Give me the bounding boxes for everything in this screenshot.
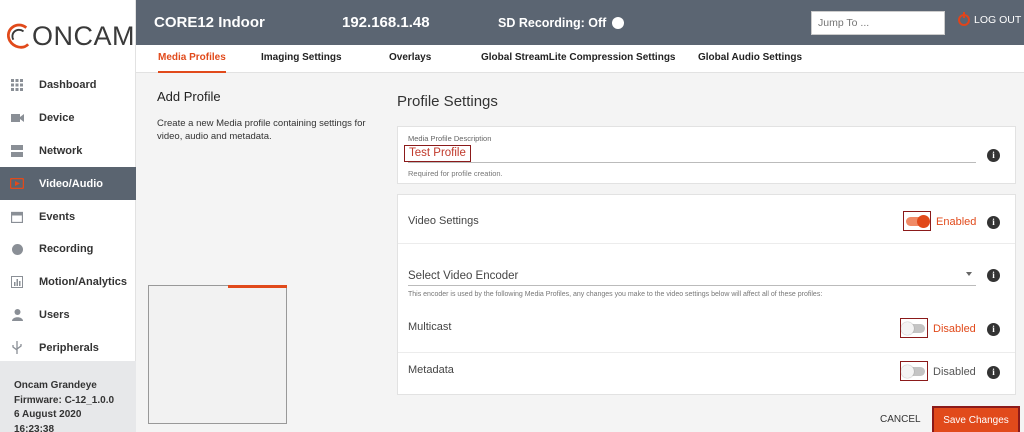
device-date: 6 August 2020 xyxy=(14,409,82,420)
grid-icon xyxy=(10,78,24,92)
toggle-knob xyxy=(917,214,930,228)
video-settings-toggle[interactable] xyxy=(903,211,931,231)
multicast-toggle[interactable] xyxy=(900,318,928,338)
info-icon[interactable]: i xyxy=(987,366,1000,379)
metadata-label: Metadata xyxy=(408,364,454,376)
logo-text: ONCAM xyxy=(32,20,135,51)
description-hint: Required for profile creation. xyxy=(408,169,503,178)
camera-icon xyxy=(10,111,24,125)
oncam-logo[interactable]: ONCAM xyxy=(0,0,135,72)
toggle-switch xyxy=(901,364,925,378)
sidebar-item-label: Network xyxy=(39,144,83,157)
app-root: ONCAM Dashboard Device Network Video/Aud… xyxy=(0,0,1024,432)
sidebar-item-recording[interactable]: Recording xyxy=(0,233,136,266)
row-divider xyxy=(398,243,1015,244)
sidebar-item-video-audio[interactable]: Video/Audio xyxy=(0,167,136,201)
info-icon[interactable]: i xyxy=(987,216,1000,229)
tab-overlays[interactable]: Overlays xyxy=(389,45,431,73)
metadata-toggle[interactable] xyxy=(900,361,928,381)
metadata-state: Disabled xyxy=(933,366,976,378)
row-divider xyxy=(398,352,1015,353)
toggle-switch xyxy=(906,214,930,228)
video-settings-state: Enabled xyxy=(936,216,977,228)
calendar-icon xyxy=(10,210,24,224)
preview-accent-bar xyxy=(228,285,287,288)
tab-media-profiles[interactable]: Media Profiles xyxy=(158,45,226,73)
device-info-footer: Oncam Grandeye Firmware: C-12_1.0.0 6 Au… xyxy=(0,361,136,432)
video-settings-label: Video Settings xyxy=(408,215,479,227)
sidebar: ONCAM Dashboard Device Network Video/Aud… xyxy=(0,0,136,432)
sidebar-item-dashboard[interactable]: Dashboard xyxy=(0,69,136,102)
sidebar-item-label: Users xyxy=(39,308,70,321)
device-brand: Oncam Grandeye xyxy=(14,380,97,391)
profile-description-input[interactable]: Test Profile xyxy=(404,145,471,162)
tab-imaging-settings[interactable]: Imaging Settings xyxy=(261,45,342,73)
jump-to-input[interactable] xyxy=(811,11,945,35)
video-icon xyxy=(10,177,24,191)
user-icon xyxy=(10,308,24,322)
sd-recording-status: SD Recording: Off xyxy=(498,15,625,30)
sidebar-item-events[interactable]: Events xyxy=(0,200,136,233)
video-encoder-select[interactable]: Select Video Encoder xyxy=(408,270,518,282)
multicast-label: Multicast xyxy=(408,321,452,333)
logout-button[interactable]: LOG OUT xyxy=(958,12,1022,26)
add-profile-title: Add Profile xyxy=(157,89,221,104)
add-profile-description: Create a new Media profile containing se… xyxy=(157,118,366,142)
power-icon xyxy=(958,12,970,26)
save-changes-button[interactable]: Save Changes xyxy=(932,406,1020,432)
select-underline xyxy=(408,285,976,286)
oncam-logo-icon xyxy=(7,23,30,49)
multicast-state: Disabled xyxy=(933,323,976,335)
toggle-switch xyxy=(901,321,925,335)
description-label: Media Profile Description xyxy=(408,134,492,143)
info-icon[interactable]: i xyxy=(987,269,1000,282)
sidebar-item-device[interactable]: Device xyxy=(0,102,136,135)
video-settings-card: Video Settings Enabled i Select Video En… xyxy=(397,194,1016,395)
logout-label: LOG OUT xyxy=(974,14,1022,26)
chart-icon xyxy=(10,275,24,289)
toggle-knob xyxy=(901,364,914,378)
device-time: 16:23:38 xyxy=(14,423,55,432)
chevron-down-icon[interactable] xyxy=(966,272,972,276)
profile-description-card: Media Profile Description Test Profile R… xyxy=(397,126,1016,184)
sidebar-item-label: Video/Audio xyxy=(39,177,103,190)
top-bar: CORE12 Indoor 192.168.1.48 SD Recording:… xyxy=(136,0,1024,45)
sidebar-item-label: Motion/Analytics xyxy=(39,276,128,289)
tab-global-audio[interactable]: Global Audio Settings xyxy=(698,45,802,73)
info-icon[interactable]: i xyxy=(987,323,1000,336)
record-icon xyxy=(10,242,24,256)
firmware-version: Firmware: C-12_1.0.0 xyxy=(14,394,115,406)
sd-status-dot-icon xyxy=(612,16,625,29)
cancel-button[interactable]: CANCEL xyxy=(880,414,921,425)
profile-settings-title: Profile Settings xyxy=(397,93,498,110)
toggle-knob xyxy=(901,321,914,335)
sidebar-item-peripherals[interactable]: Peripherals xyxy=(0,331,136,364)
sidebar-item-label: Dashboard xyxy=(39,79,97,92)
network-icon xyxy=(10,144,24,158)
sidebar-item-label: Device xyxy=(39,112,75,125)
sd-recording-label: SD Recording: Off xyxy=(498,15,607,30)
sidebar-item-label: Peripherals xyxy=(39,341,99,354)
encoder-hint: This encoder is used by the following Me… xyxy=(408,291,823,298)
tab-global-streamlite[interactable]: Global StreamLite Compression Settings xyxy=(481,45,675,73)
info-icon[interactable]: i xyxy=(987,149,1000,162)
usb-icon xyxy=(10,341,24,355)
sidebar-item-motion-analytics[interactable]: Motion/Analytics xyxy=(0,266,136,299)
sidebar-item-label: Events xyxy=(39,210,76,223)
video-preview xyxy=(148,285,287,424)
sidebar-item-users[interactable]: Users xyxy=(0,299,136,332)
sidebar-item-network[interactable]: Network xyxy=(0,135,136,168)
device-ip: 192.168.1.48 xyxy=(342,14,430,31)
sidebar-item-label: Recording xyxy=(39,243,94,256)
input-underline xyxy=(408,162,976,163)
settings-tabs: Media Profiles Imaging Settings Overlays… xyxy=(136,45,1024,73)
device-name: CORE12 Indoor xyxy=(154,14,265,31)
